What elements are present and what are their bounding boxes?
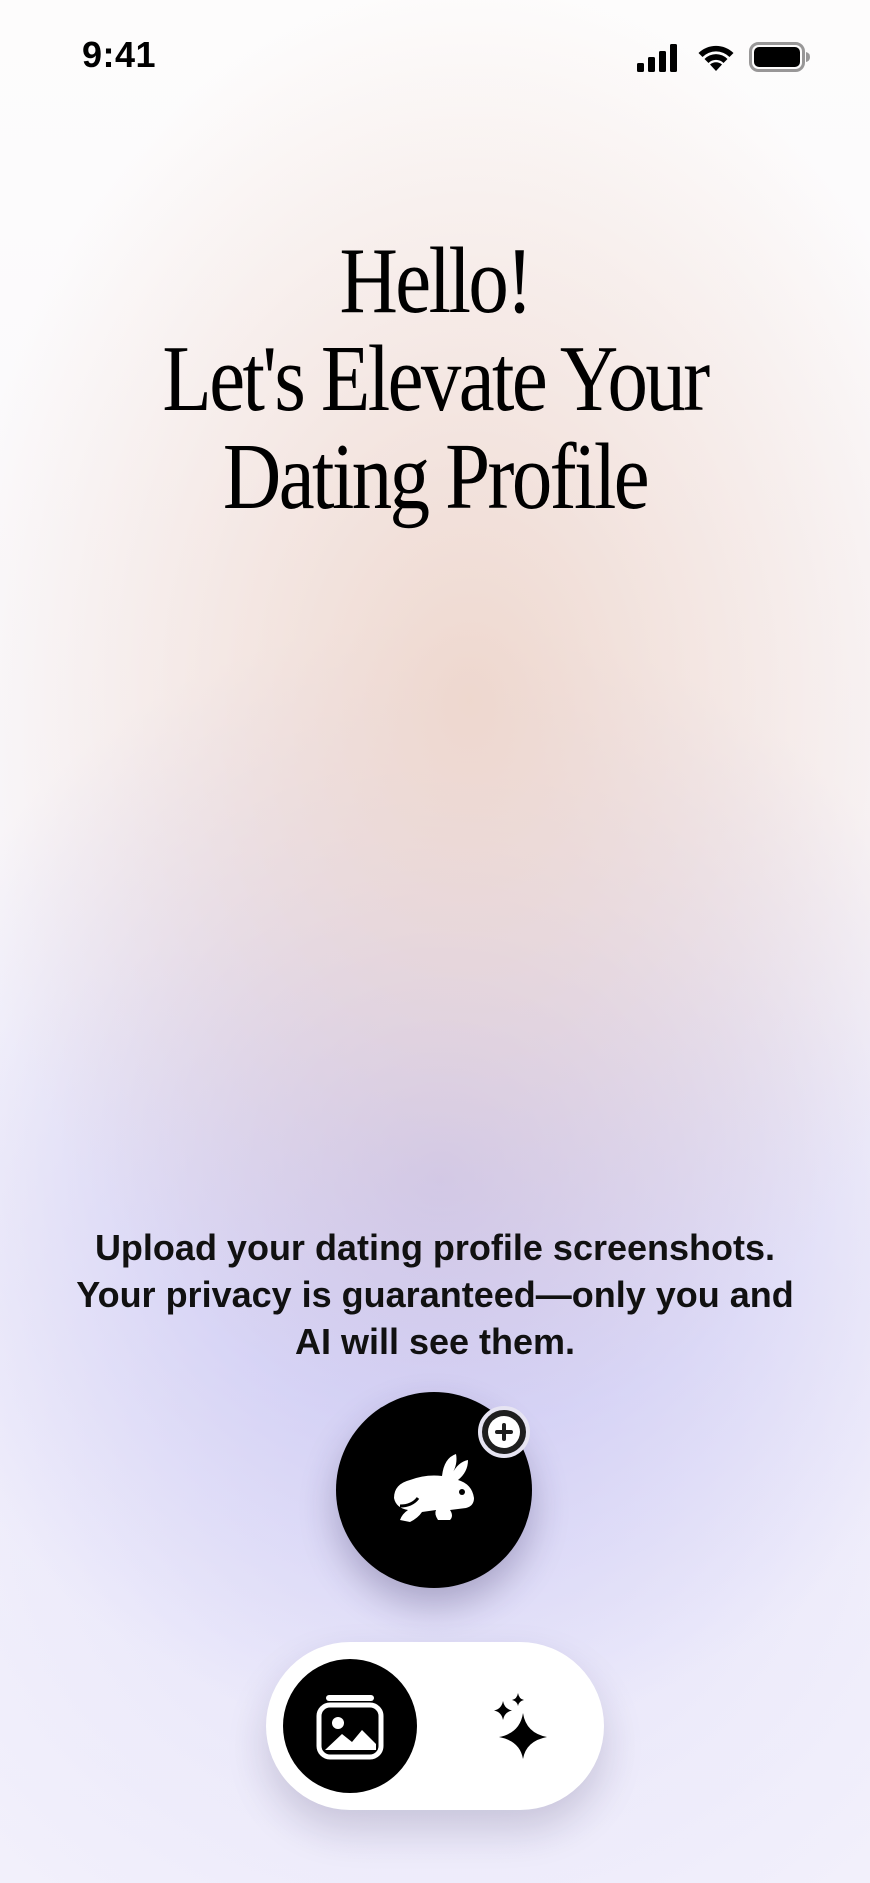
- title-line: Hello!: [339, 229, 533, 333]
- battery-icon: [749, 42, 810, 72]
- status-time: 9:41: [82, 34, 157, 75]
- bottom-tab-bar: [266, 1642, 604, 1810]
- sparkles-icon: [494, 1693, 547, 1759]
- wifi-icon: [698, 45, 734, 71]
- tab-sparkles[interactable]: [466, 1659, 600, 1793]
- gallery-icon: [316, 1695, 384, 1760]
- title-line: Let's Elevate Your: [162, 327, 710, 431]
- page-title: Hello! Let's Elevate Your Dating Profile: [61, 232, 809, 526]
- title-line: Dating Profile: [222, 425, 650, 529]
- rabbit-icon: [394, 1454, 474, 1522]
- plus-icon: [488, 1416, 520, 1448]
- tab-gallery[interactable]: [283, 1659, 417, 1793]
- description-line: Upload your dating profile screenshots.: [94, 1227, 776, 1268]
- upload-description: Upload your dating profile screenshots. …: [30, 1224, 840, 1365]
- upload-screenshots-button[interactable]: [336, 1392, 532, 1588]
- cellular-signal-icon: [637, 44, 677, 72]
- add-badge[interactable]: [478, 1406, 530, 1458]
- status-bar: 9:41: [0, 0, 870, 110]
- description-line: AI will see them.: [294, 1321, 576, 1362]
- description-line: Your privacy is guaranteed—only you and: [76, 1274, 794, 1315]
